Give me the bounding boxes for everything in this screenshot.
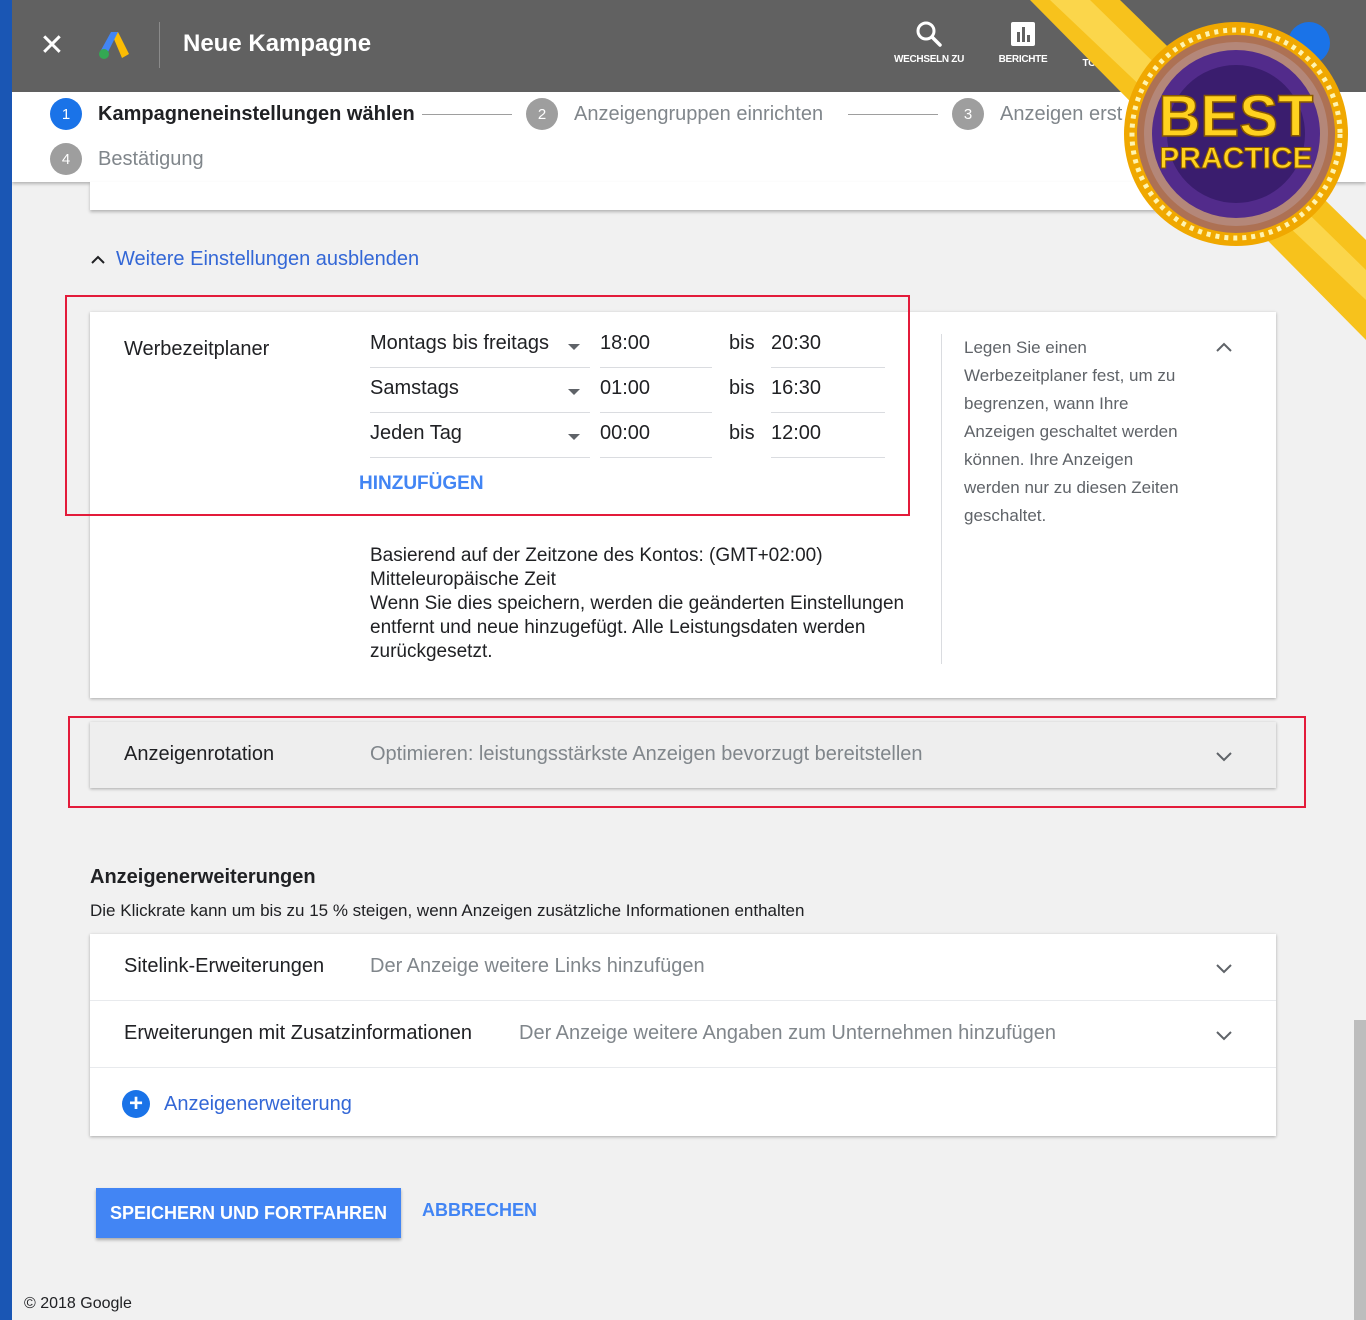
extension-label: Erweiterungen mit Zusatzinformationen (124, 1022, 472, 1044)
avatar[interactable] (1288, 22, 1330, 64)
page-title: Neue Kampagne (183, 30, 372, 57)
switch-to-label: WECHSELN ZU (893, 54, 965, 65)
page: ✕ Neue Kampagne WECHSELN ZU BERICHTE TO … (12, 0, 1366, 1320)
reports-button[interactable]: BERICHTE (990, 20, 1056, 65)
top-app-bar: ✕ Neue Kampagne WECHSELN ZU BERICHTE TO (12, 0, 1366, 92)
extensions-subtitle: Die Klickrate kann um bis zu 15 % steige… (90, 901, 805, 920)
step-4[interactable]: 4 Bestätigung (50, 142, 204, 176)
step-number: 3 (952, 98, 984, 130)
highlight-box (68, 716, 1306, 808)
step-number: 1 (50, 98, 82, 130)
extensions-card: Sitelink-Erweiterungen Der Anzeige weite… (90, 934, 1276, 1136)
previous-settings-card (90, 182, 1276, 210)
extension-description: Der Anzeige weitere Angaben zum Unterneh… (519, 1022, 1057, 1044)
reset-warning: Wenn Sie dies speichern, werden die geän… (370, 593, 905, 662)
chevron-down-icon (1216, 964, 1232, 974)
step-1[interactable]: 1 Kampagneneinstellungen wählen (50, 97, 415, 131)
google-ads-logo (99, 32, 129, 59)
header-divider (159, 22, 160, 68)
extension-label: Sitelink-Erweiterungen (124, 955, 325, 977)
copyright: © 2018 Google (24, 1295, 132, 1312)
timezone-note-line: Mitteleuropäische Zeit (370, 569, 556, 590)
step-3[interactable]: 3 Anzeigen erst (952, 97, 1122, 131)
step-label: Bestätigung (98, 147, 204, 170)
campaign-stepper: 1 Kampagneneinstellungen wählen 2 Anzeig… (12, 92, 1366, 182)
chevron-up-icon[interactable] (1214, 338, 1234, 358)
chevron-down-icon (1216, 1031, 1232, 1041)
save-and-continue-button[interactable]: SPEICHERN UND FORTFAHREN (96, 1188, 401, 1238)
extension-description: Der Anzeige weitere Links hinzufügen (370, 955, 705, 977)
step-connector (422, 114, 512, 115)
hide-more-settings-link[interactable]: Weitere Einstellungen ausblenden (90, 248, 419, 271)
search-icon (916, 21, 942, 47)
callout-extensions-row[interactable]: Erweiterungen mit Zusatzinformationen De… (90, 1001, 1276, 1068)
step-2[interactable]: 2 Anzeigengruppen einrichten (526, 97, 823, 131)
extensions-title: Anzeigenerweiterungen (90, 866, 316, 888)
tools-button[interactable]: TO (1074, 58, 1104, 69)
step-number: 4 (50, 143, 82, 175)
timezone-note: Basierend auf der Zeitzone des Kontos: (… (370, 544, 930, 664)
add-extension-label: Anzeigenerweiterung (164, 1092, 352, 1115)
step-label: Anzeigengruppen einrichten (574, 102, 824, 125)
hide-more-settings-label: Weitere Einstellungen ausblenden (116, 248, 420, 270)
add-circle-icon: + (122, 1090, 150, 1118)
scrollbar[interactable] (1354, 1020, 1366, 1320)
reports-icon (1011, 22, 1035, 46)
switch-to-button[interactable]: WECHSELN ZU (886, 20, 972, 65)
sitelink-extensions-row[interactable]: Sitelink-Erweiterungen Der Anzeige weite… (90, 934, 1276, 1001)
step-label: Anzeigen erst (1000, 102, 1123, 125)
step-connector (848, 114, 938, 115)
highlight-box (65, 295, 910, 516)
step-label: Kampagneneinstellungen wählen (98, 102, 415, 125)
tools-label: TO (1082, 58, 1096, 69)
cancel-button[interactable]: ABBRECHEN (422, 1200, 537, 1221)
close-icon[interactable]: ✕ (38, 30, 66, 62)
reports-label: BERICHTE (998, 54, 1048, 65)
help-divider (941, 334, 942, 664)
step-number: 2 (526, 98, 558, 130)
ad-schedule-help: Legen Sie einen Werbezeitplaner fest, um… (964, 338, 1179, 525)
chevron-up-icon (91, 255, 105, 264)
add-extension-button[interactable]: + Anzeigenerweiterung (122, 1090, 352, 1118)
timezone-note-line: Basierend auf der Zeitzone des Kontos: (… (370, 545, 823, 566)
